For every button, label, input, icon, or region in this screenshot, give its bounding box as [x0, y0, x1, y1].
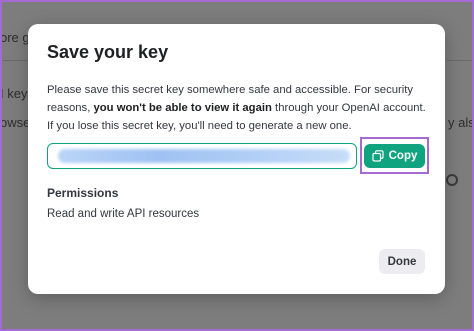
save-key-dialog: Save your key Please save this secret ke… — [28, 24, 445, 294]
background-text: y also — [448, 115, 474, 130]
background-text: ore g — [0, 30, 30, 45]
secret-key-value-redacted — [58, 149, 350, 163]
permissions-value: Read and write API resources — [47, 208, 200, 220]
done-button[interactable]: Done — [379, 249, 425, 274]
toggle-icon[interactable] — [446, 174, 458, 186]
copy-button-label: Copy — [388, 150, 418, 162]
copy-button[interactable]: Copy — [364, 144, 425, 168]
permissions-heading: Permissions — [47, 186, 119, 200]
background-divider — [447, 60, 474, 61]
dialog-title: Save your key — [47, 42, 169, 62]
dialog-description: Please save this secret key somewhere sa… — [47, 84, 426, 132]
secret-key-field[interactable] — [47, 143, 357, 169]
copy-icon — [372, 150, 384, 162]
